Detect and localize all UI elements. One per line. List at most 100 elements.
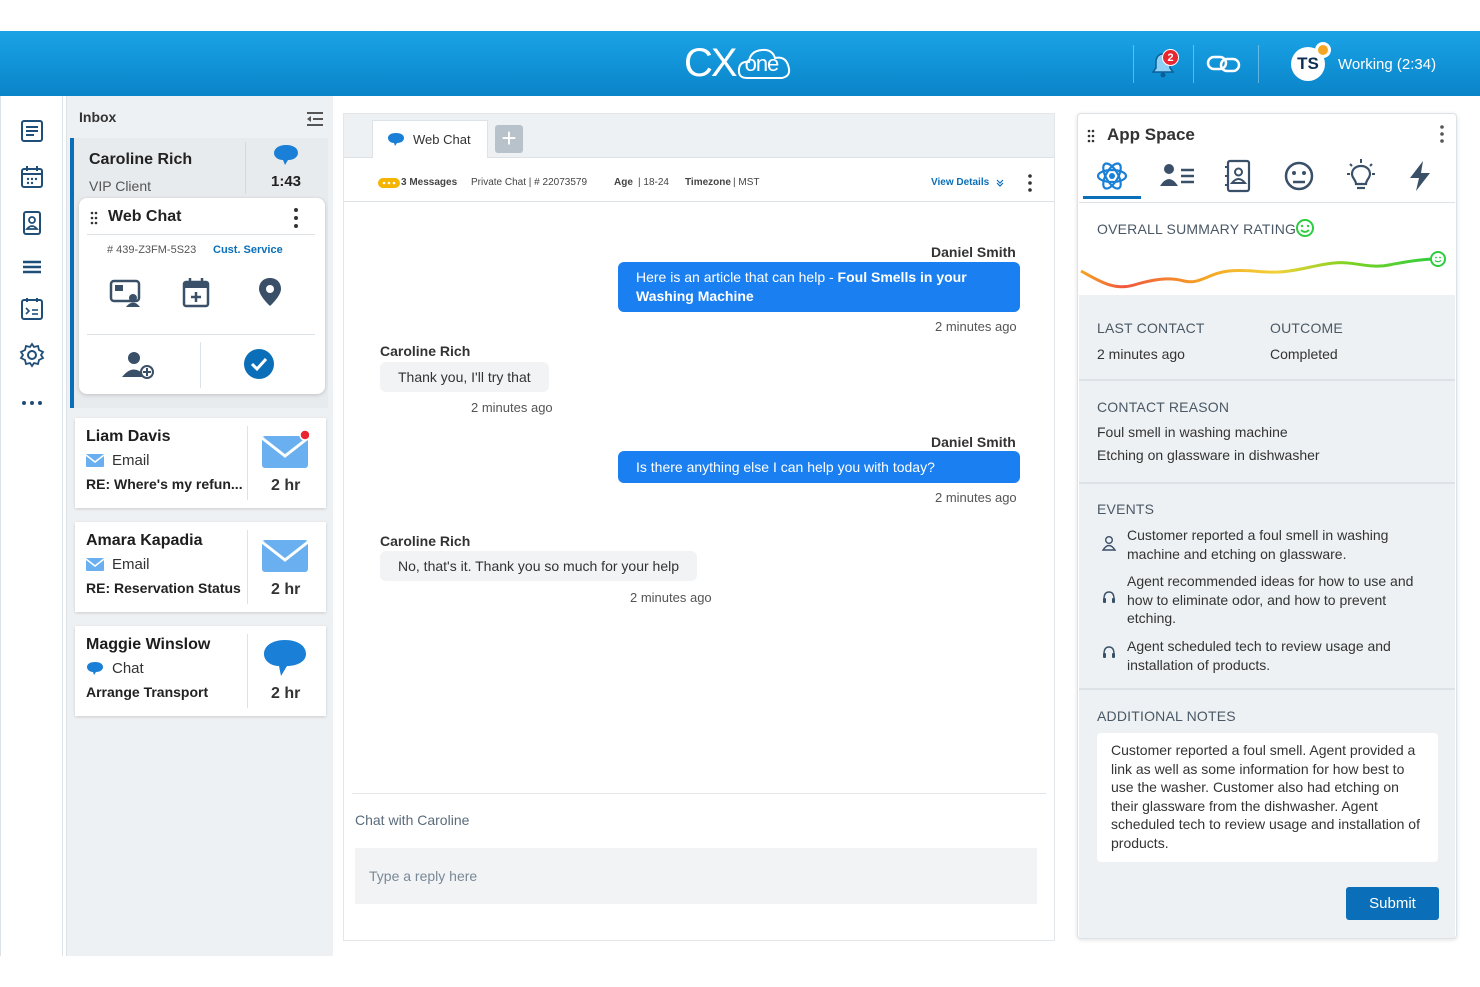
timezone-label: Timezone	[685, 177, 731, 188]
document-list-icon[interactable]	[19, 118, 45, 144]
message-bubble-outgoing: Here is an article that can help - Foul …	[618, 262, 1020, 312]
app-space-panel: App Space OVERALL SUMMARY RATING LAST CO…	[1077, 113, 1457, 939]
complete-check-icon[interactable]	[243, 348, 275, 380]
chat-type: Private Chat | # 22073579	[471, 177, 588, 188]
contact-info-bar: 3 Messages Private Chat | # 22073579 Age…	[344, 160, 1054, 202]
gear-icon[interactable]	[19, 342, 45, 368]
message-time: 2 minutes ago	[935, 490, 1017, 505]
event-item: Agent recommended ideas for how to use a…	[1127, 573, 1414, 626]
smile-icon	[1296, 219, 1314, 237]
view-details-link[interactable]: View Details	[931, 177, 989, 188]
contact-name: Maggie Winslow	[86, 636, 211, 653]
contact-name: Caroline Rich	[89, 151, 193, 168]
more-horizontal-icon[interactable]	[19, 390, 45, 416]
cxone-logo: CX one	[684, 41, 793, 85]
last-contact-value: 2 minutes ago	[1097, 346, 1185, 362]
link-icon[interactable]	[1206, 51, 1242, 77]
reply-input[interactable]	[355, 848, 1037, 904]
chat-bubble-icon	[264, 640, 306, 676]
message-time: 2 minutes ago	[935, 319, 1017, 334]
kebab-menu-icon[interactable]	[1438, 124, 1446, 144]
ai-atom-icon[interactable]	[1092, 158, 1132, 194]
notes-textarea[interactable]: Customer reported a foul smell. Agent pr…	[1097, 733, 1438, 862]
kebab-menu-icon[interactable]	[293, 207, 299, 229]
contact-reason-label: CONTACT REASON	[1097, 399, 1230, 415]
email-unread-icon	[261, 430, 309, 468]
address-book-icon[interactable]	[1218, 158, 1258, 194]
contact-reason-section: CONTACT REASON Foul smell in washing mac…	[1079, 381, 1455, 482]
card-divider	[247, 530, 248, 604]
schedule-callback-icon[interactable]	[181, 277, 211, 309]
left-nav	[0, 96, 63, 956]
header-divider	[1193, 45, 1194, 83]
brand-suffix: one	[744, 51, 780, 76]
sentiment-icon[interactable]	[1279, 158, 1319, 194]
card-divider	[245, 142, 246, 194]
location-pin-icon[interactable]	[257, 276, 283, 308]
add-tab-button[interactable]: +	[495, 125, 523, 153]
message-sender: Caroline Rich	[380, 343, 471, 359]
agent-headset-icon	[1103, 591, 1115, 603]
chat-with-label: Chat with Caroline	[355, 812, 470, 828]
inbox-item[interactable]: Amara Kapadia Email RE: Reservation Stat…	[75, 522, 326, 612]
wait-time: 2 hr	[271, 581, 301, 598]
summary-label: OVERALL SUMMARY RATING	[1097, 221, 1297, 237]
contact-reason-item: Foul smell in washing machine	[1097, 424, 1288, 440]
active-contact-card[interactable]: Caroline Rich VIP Client 1:43 Web Chat #…	[70, 138, 328, 408]
age-value: | 18-24	[638, 177, 669, 188]
queue-label: Cust. Service	[213, 244, 283, 256]
agent-status[interactable]: Working (2:34)	[1338, 56, 1436, 73]
subject-line: Arrange Transport	[86, 684, 209, 700]
email-icon	[86, 454, 104, 467]
header-divider	[1133, 45, 1134, 83]
lightning-icon[interactable]	[1400, 158, 1440, 194]
chat-icon	[388, 133, 404, 146]
drag-handle-icon[interactable]	[89, 210, 99, 226]
message-time: 2 minutes ago	[471, 400, 553, 415]
card-divider	[247, 634, 248, 708]
chevron-down-icon[interactable]	[996, 179, 1004, 187]
add-participant-icon[interactable]	[121, 350, 155, 380]
schedule-icon[interactable]	[19, 296, 45, 322]
channel-label: Email	[112, 452, 150, 469]
email-icon	[261, 540, 309, 572]
tab-web-chat[interactable]: Web Chat	[372, 120, 488, 158]
inbox-panel: Inbox Caroline Rich VIP Client 1:43 Web …	[66, 96, 333, 956]
calendar-icon[interactable]	[19, 164, 45, 190]
message-count: 3 Messages	[401, 177, 458, 188]
notification-badge: 2	[1162, 49, 1179, 66]
top-header: CX one 2 TS Working (2:34)	[0, 31, 1480, 96]
inbox-item[interactable]: Maggie Winslow Chat Arrange Transport 2 …	[75, 626, 326, 716]
inbox-title: Inbox	[79, 109, 117, 125]
wait-time: 2 hr	[271, 685, 301, 702]
message-sender: Daniel Smith	[931, 244, 1016, 260]
card-divider	[247, 426, 248, 500]
contact-subtitle: VIP Client	[89, 178, 151, 194]
status-dot	[1315, 42, 1331, 58]
message-bubble-incoming: Thank you, I'll try that	[380, 362, 549, 392]
header-divider	[1258, 45, 1259, 83]
drag-handle-icon[interactable]	[1086, 128, 1096, 144]
collapse-panel-icon[interactable]	[305, 110, 325, 128]
chat-panel: Web Chat + 3 Messages Private Chat | # 2…	[343, 113, 1055, 941]
screen-share-icon[interactable]	[109, 278, 143, 308]
kebab-menu-icon[interactable]	[1027, 173, 1033, 193]
last-contact-label: LAST CONTACT	[1097, 320, 1205, 336]
submit-button[interactable]: Submit	[1346, 887, 1439, 920]
age-label: Age	[614, 177, 633, 188]
channel-label: Chat	[112, 660, 144, 677]
contact-card-icon[interactable]	[1157, 158, 1197, 194]
channel-type: Email	[86, 452, 150, 469]
subject-line: RE: Reservation Status	[86, 580, 241, 596]
brand-text: CX	[684, 40, 738, 85]
channel-label: Email	[112, 556, 150, 573]
chat-icon	[87, 662, 103, 675]
wait-time: 2 hr	[271, 477, 301, 494]
contact-book-icon[interactable]	[19, 210, 45, 236]
case-id: # 439-Z3FM-5S23	[107, 244, 197, 256]
timezone-value: | MST	[733, 177, 760, 188]
message-sender: Caroline Rich	[380, 533, 471, 549]
lightbulb-icon[interactable]	[1341, 158, 1381, 194]
stack-icon[interactable]	[19, 254, 45, 280]
inbox-item[interactable]: Liam Davis Email RE: Where's my refun...…	[75, 418, 326, 508]
